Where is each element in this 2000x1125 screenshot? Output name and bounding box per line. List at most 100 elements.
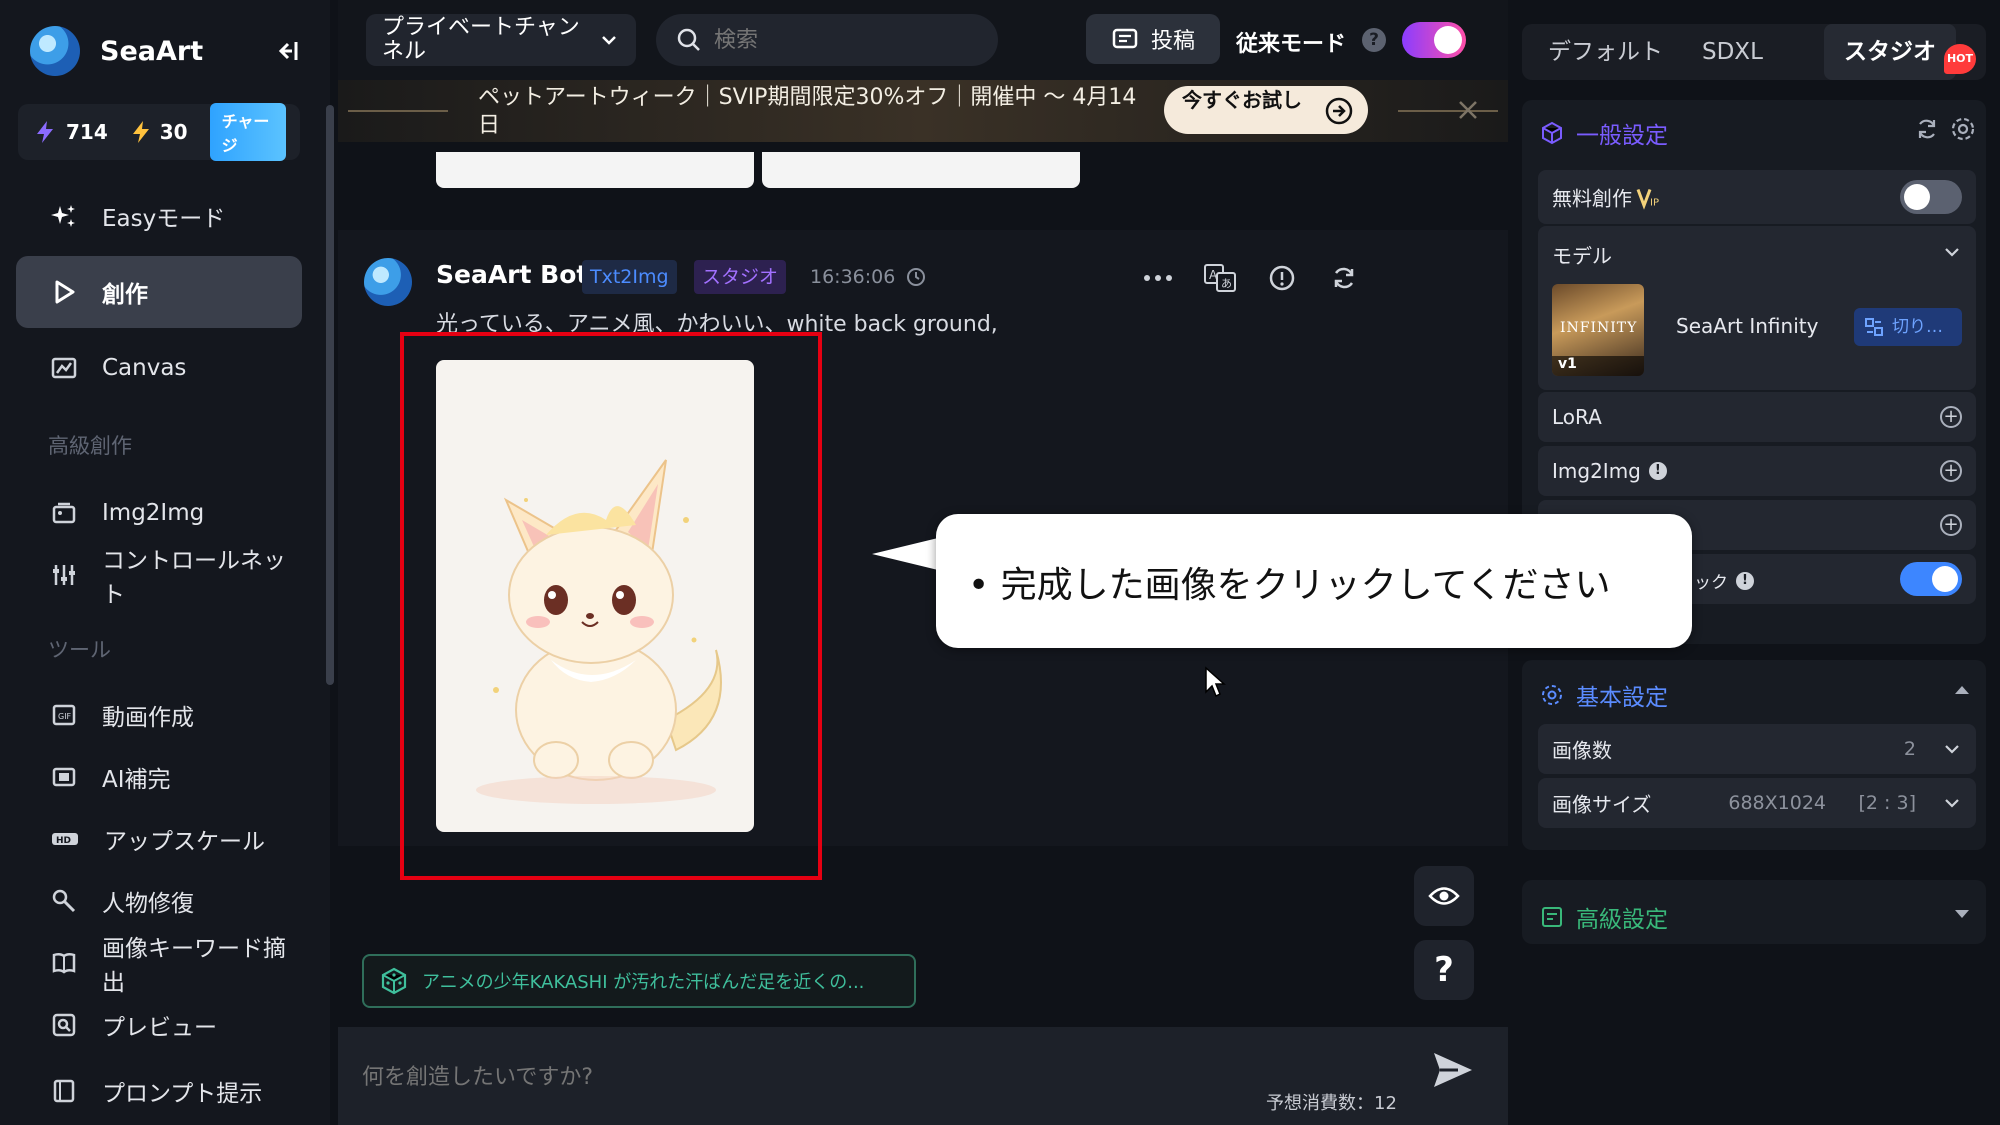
- model-row[interactable]: モデル INFINITY v1 SeaArt Infinity 切り…: [1538, 226, 1976, 390]
- hidden-option-label: ック!: [1694, 568, 1754, 593]
- sidebar-item-face-restore[interactable]: 人物修復: [16, 874, 302, 928]
- search-box[interactable]: [656, 14, 998, 66]
- search-input[interactable]: [714, 27, 954, 53]
- sidebar-item-easy-mode[interactable]: Easyモード: [16, 180, 302, 252]
- promo-banner: ペットアートウィーク｜SVIP期間限定30%オフ｜開催中 ～ 4月14日 今すぐ…: [338, 80, 1508, 142]
- add-controlnet-icon[interactable]: +: [1940, 514, 1962, 536]
- advanced-title-text: 高級設定: [1576, 907, 1668, 933]
- search-icon: [677, 28, 700, 51]
- basic-settings: 基本設定 画像数 2 画像サイズ 688X1024 [2 : 3]: [1522, 660, 1986, 850]
- legacy-mode-toggle[interactable]: [1402, 22, 1466, 58]
- tab-default[interactable]: デフォルト: [1548, 24, 1663, 80]
- help-button[interactable]: ?: [1414, 940, 1474, 1000]
- add-lora-icon[interactable]: +: [1940, 406, 1962, 428]
- legacy-mode-help-icon[interactable]: ?: [1362, 28, 1386, 52]
- advanced-settings[interactable]: 高級設定: [1522, 880, 1986, 944]
- svg-text:GIF: GIF: [58, 712, 72, 721]
- model-thumbnail: INFINITY v1: [1552, 284, 1644, 376]
- reset-icon[interactable]: [1914, 116, 1940, 142]
- regenerate-button[interactable]: [1324, 258, 1364, 298]
- clock-icon: [907, 268, 926, 286]
- stamina-value: 714: [66, 120, 108, 144]
- sidebar-item-create[interactable]: 創作: [16, 256, 302, 328]
- image-size-value: 688X1024: [1728, 792, 1826, 814]
- brand-name: SeaArt: [100, 35, 204, 67]
- post-label: 投稿: [1150, 29, 1195, 54]
- info-icon: !: [1736, 571, 1754, 590]
- sidebar-item-preview[interactable]: プレビュー: [16, 998, 302, 1052]
- book-icon: [52, 952, 76, 974]
- chevron-down-icon: [1945, 248, 1959, 257]
- basic-settings-title[interactable]: 基本設定: [1540, 678, 1668, 712]
- sidebar-item-label: Canvas: [102, 355, 187, 381]
- tab-studio[interactable]: スタジオ: [1824, 24, 1956, 80]
- sidebar-item-canvas[interactable]: Canvas: [16, 332, 302, 404]
- sidebar-item-controlnet[interactable]: コントロールネット: [16, 548, 302, 608]
- tab-sdxl[interactable]: SDXL: [1702, 24, 1763, 80]
- sidebar-item-ai-fill[interactable]: AI補完: [16, 750, 302, 804]
- translate-icon: Aあ: [1204, 264, 1236, 292]
- previous-image-thumb[interactable]: [762, 152, 1080, 188]
- sidebar-item-label: 動画作成: [102, 705, 194, 731]
- free-create-text: 無料創作: [1552, 186, 1632, 211]
- sidebar-item-prompt-hint[interactable]: プロンプト提示: [16, 1064, 302, 1118]
- expand-down-icon: [1955, 910, 1969, 918]
- stamina-credit: 714: [32, 119, 108, 145]
- add-img2img-icon[interactable]: +: [1940, 460, 1962, 482]
- model-thumb-title: INFINITY: [1560, 320, 1638, 336]
- cube-icon: [1542, 121, 1562, 145]
- dice-icon: [381, 967, 407, 995]
- previous-image-thumb[interactable]: [436, 152, 754, 188]
- sidebar-item-label: プレビュー: [102, 1015, 217, 1041]
- brand-logo[interactable]: SeaArt: [30, 26, 300, 76]
- post-button[interactable]: 投稿: [1086, 14, 1220, 64]
- collapse-sidebar-icon[interactable]: [270, 36, 300, 66]
- model-version: v1: [1552, 356, 1644, 376]
- img2img-row[interactable]: Img2Img! +: [1538, 446, 1976, 496]
- prompt-input[interactable]: [362, 1057, 1262, 1097]
- gear-icon[interactable]: [1950, 116, 1976, 142]
- sidebar-scrollbar[interactable]: [326, 105, 334, 685]
- image-count-row[interactable]: 画像数 2: [1538, 724, 1976, 774]
- model-name: SeaArt Infinity: [1676, 314, 1819, 338]
- send-icon[interactable]: [1428, 1045, 1478, 1095]
- wrench-face-icon: [52, 889, 76, 913]
- callout-pointer: [872, 538, 938, 570]
- switch-model-button[interactable]: 切り…: [1854, 308, 1962, 346]
- sidebar-item-keyword-extract[interactable]: 画像キーワード摘出: [16, 936, 302, 996]
- composer: 予想消費数：12: [338, 1027, 1508, 1125]
- try-now-label: 今すぐお試し: [1182, 88, 1302, 112]
- play-icon: [55, 280, 75, 304]
- charge-button[interactable]: チャージ: [209, 103, 286, 161]
- message-time: 16:36:06: [810, 266, 927, 288]
- try-now-button[interactable]: 今すぐお試し: [1164, 86, 1368, 134]
- collapse-up-icon[interactable]: [1952, 682, 1972, 698]
- gif-icon: GIF: [52, 704, 76, 726]
- more-options-button[interactable]: [1138, 258, 1178, 298]
- option-toggle[interactable]: [1900, 562, 1962, 596]
- translate-button[interactable]: Aあ: [1200, 258, 1240, 298]
- sidebar-item-label: 創作: [102, 282, 148, 308]
- bot-name: SeaArt Bot: [436, 260, 589, 289]
- sidebar-item-video[interactable]: GIF 動画作成: [16, 688, 302, 742]
- model-label: モデル: [1552, 244, 1612, 268]
- free-create-toggle[interactable]: [1900, 180, 1962, 214]
- close-icon[interactable]: [1454, 96, 1482, 124]
- hd-icon: HD: [52, 833, 78, 846]
- preview-icon: [52, 1013, 76, 1037]
- sidebar-item-upscale[interactable]: HD アップスケール: [16, 812, 302, 866]
- prompt-suggestion-chip[interactable]: アニメの少年KAKASHI が汚れた汗ばんだ足を近くの...: [362, 954, 916, 1008]
- general-title-text: 一般設定: [1576, 123, 1668, 149]
- sidebar-item-img2img[interactable]: Img2Img: [16, 486, 302, 540]
- image-size-row[interactable]: 画像サイズ 688X1024 [2 : 3]: [1538, 778, 1976, 828]
- eye-icon: [1428, 887, 1460, 905]
- chevron-down-icon: [1945, 745, 1959, 754]
- highlight-frame: [400, 332, 822, 880]
- visibility-button[interactable]: [1414, 866, 1474, 926]
- refresh-icon: [1334, 267, 1354, 289]
- report-button[interactable]: [1262, 258, 1302, 298]
- coin-value: 30: [159, 120, 188, 144]
- free-create-row: 無料創作 IP: [1538, 170, 1976, 224]
- lora-row[interactable]: LoRA +: [1538, 392, 1976, 442]
- channel-select[interactable]: プライベートチャンネル: [366, 14, 636, 66]
